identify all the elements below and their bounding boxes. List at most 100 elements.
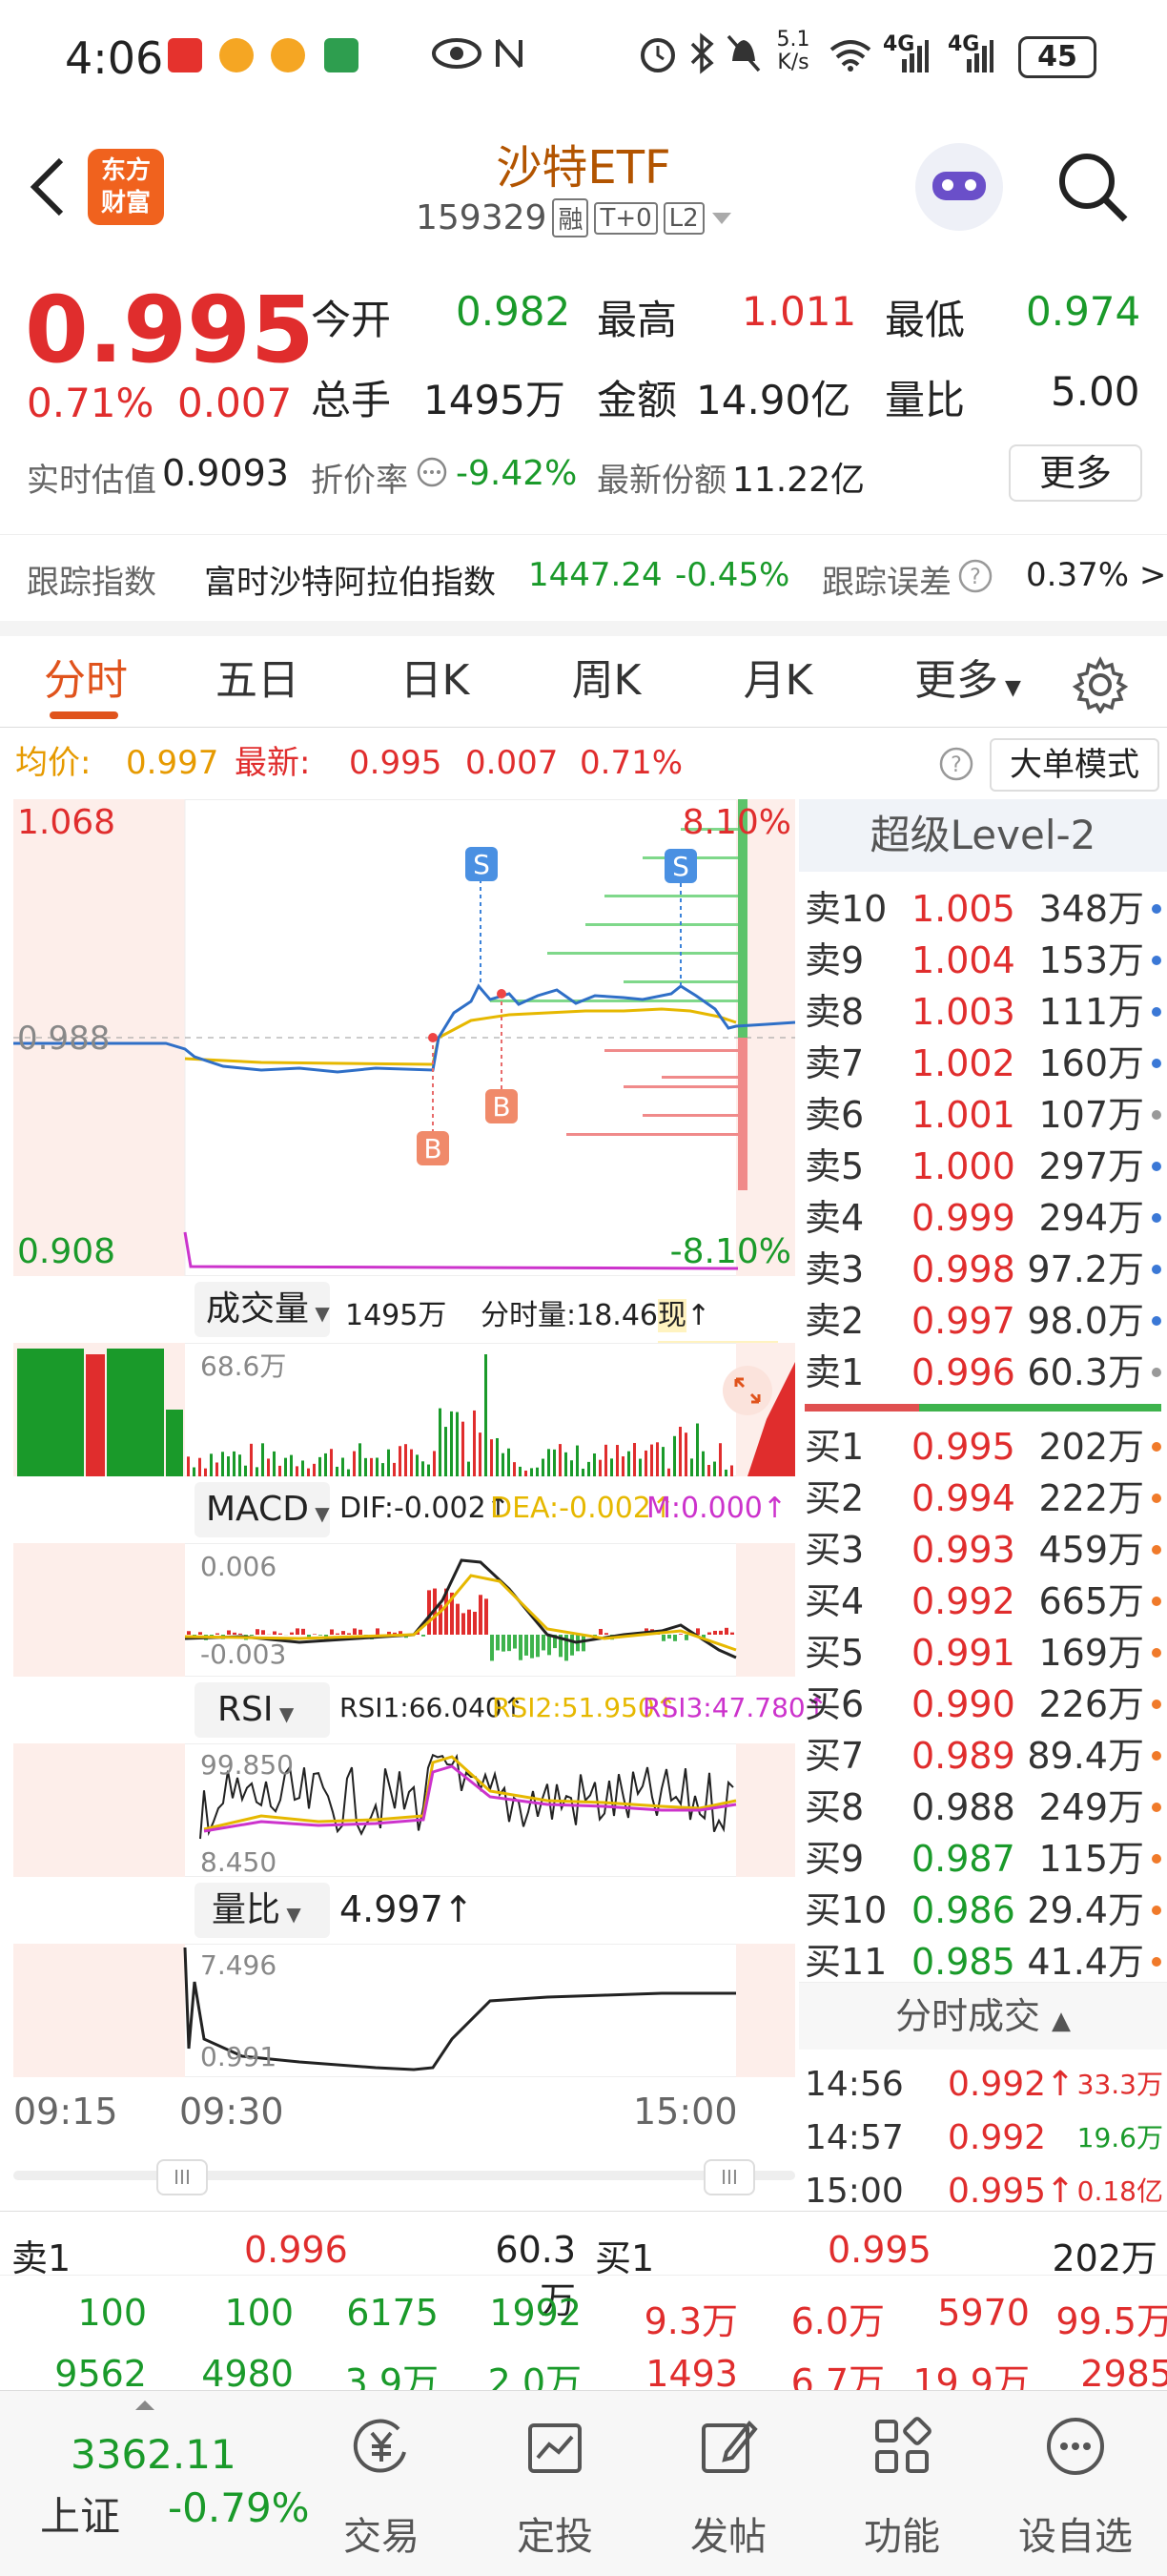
change-value: 0.007 [177, 380, 292, 426]
bid-row[interactable]: 买40.992665万 [805, 1576, 1167, 1627]
volume-bar [685, 1432, 687, 1476]
macd-bar [713, 1631, 717, 1635]
trades-title[interactable]: 分时成交 ▲ [799, 1983, 1167, 2050]
more-dots-circle-icon [1045, 2416, 1106, 2477]
macd-chart-panel[interactable]: 0.006 -0.003 [13, 1543, 795, 1677]
more-button[interactable]: 更多 [1009, 444, 1142, 502]
macd-bar [707, 1633, 711, 1635]
back-arrow-icon[interactable] [27, 156, 69, 217]
nav-trade[interactable]: 交易 [296, 2391, 467, 2576]
sell-detail-cell: 6175 [305, 2292, 439, 2334]
slider-right-handle[interactable]: III [704, 2159, 755, 2195]
bid-row[interactable]: 买110.98541.4万 [805, 1936, 1167, 1988]
index-ticker[interactable]: 3362.11 上证 -0.79% [0, 2391, 315, 2576]
nav-add-watchlist[interactable]: 设自选 [990, 2391, 1161, 2576]
nav-auto-invest[interactable]: 定投 [469, 2391, 641, 2576]
bid-row[interactable]: 买90.987115万 [805, 1833, 1167, 1885]
bid-row[interactable]: 买50.991169万 [805, 1627, 1167, 1679]
volume-bar [553, 1450, 556, 1476]
volume-panel-header: 成交量 ▼ 1495万 分时量:18.46万↑ 现量:18.46万 [13, 1276, 795, 1343]
chart-range-slider[interactable]: III III [13, 2146, 795, 2203]
nav-post[interactable]: 发帖 [643, 2391, 814, 2576]
ask-level-label: 卖4 [805, 1192, 864, 1244]
expand-chart-button[interactable] [723, 1366, 772, 1415]
volume-bar [427, 1465, 430, 1476]
ask-row[interactable]: 卖40.999294万 [805, 1192, 1167, 1244]
volume-bar [198, 1458, 201, 1476]
tab-monthly-k[interactable]: 月K [711, 635, 845, 727]
post-edit-icon [698, 2416, 759, 2477]
bid-row[interactable]: 买70.98989.4万 [805, 1730, 1167, 1782]
tracking-index-row[interactable]: 跟踪指数 富时沙特阿拉伯指数 1447.24 -0.45% 跟踪误差 ? 0.3… [0, 534, 1167, 636]
macd-bar [479, 1595, 482, 1635]
index-value: 3362.11 [71, 2431, 236, 2478]
macd-bar [227, 1630, 231, 1635]
volume-bar [238, 1454, 241, 1476]
level2-title[interactable]: 超级Level-2 [799, 799, 1167, 872]
bid-row[interactable]: 买30.993459万 [805, 1524, 1167, 1576]
ask-row[interactable]: 卖81.003111万 [805, 986, 1167, 1038]
ask-price: 1.003 [911, 986, 1015, 1038]
tab-weekly-k[interactable]: 周K [540, 635, 673, 727]
big-order-mode-button[interactable]: 大单模式 [990, 738, 1159, 792]
bid-price: 0.987 [911, 1833, 1015, 1885]
pre-market-volume-bars [17, 1349, 183, 1476]
ask-row[interactable]: 卖91.004153万 [805, 935, 1167, 986]
ask-bid-divider-red [805, 1404, 919, 1412]
robot-assistant-icon[interactable] [915, 143, 1003, 231]
volume-bar [433, 1451, 436, 1476]
macd-bar [513, 1635, 517, 1649]
rsi-scale-top: 99.850 [200, 1749, 294, 1781]
help-icon-2[interactable]: ? [938, 746, 974, 782]
volume-bar [502, 1453, 504, 1476]
l2-tag: L2 [664, 202, 705, 235]
bid-row[interactable]: 买80.988249万 [805, 1782, 1167, 1833]
bid-volume: 89.4万 [1013, 1730, 1144, 1782]
tab-more[interactable]: 更多 ▼ [896, 635, 1039, 727]
nav-functions[interactable]: 功能 [816, 2391, 988, 2576]
bid-row[interactable]: 买10.995202万 [805, 1421, 1167, 1473]
time-axis: 09:15 09:30 15:00 [13, 2077, 795, 2144]
dropdown-triangle-icon[interactable] [710, 209, 733, 228]
rsi-panel-header: RSI ▼ RSI1:66.040↑ RSI2:51.950↑ RSI3:47.… [13, 1677, 795, 1743]
ask-row[interactable]: 卖51.000297万 [805, 1141, 1167, 1192]
macd-chart-svg: 0.006 -0.003 [13, 1543, 795, 1677]
volume-indicator-selector[interactable]: 成交量 ▼ [194, 1282, 330, 1337]
help-icon[interactable]: ? [957, 558, 993, 594]
volume-chart-panel[interactable]: 68.6万 [13, 1343, 795, 1476]
bid-row[interactable]: 买20.994222万 [805, 1473, 1167, 1524]
macd-bar [278, 1634, 282, 1635]
settings-gear-icon[interactable] [1072, 656, 1129, 713]
high-label: 最高 [597, 288, 677, 346]
ask-row[interactable]: 卖71.002160万 [805, 1038, 1167, 1089]
macd-indicator-selector[interactable]: MACD ▼ [194, 1482, 330, 1537]
volume-bar [244, 1466, 247, 1476]
ratio-indicator-selector[interactable]: 量比 ▼ [194, 1883, 330, 1938]
rsi-chart-panel[interactable]: 99.850 8.450 [13, 1743, 795, 1877]
ask-row[interactable]: 卖101.005348万 [805, 883, 1167, 935]
macd-bar [456, 1604, 460, 1635]
tab-five-day[interactable]: 五日 [191, 635, 324, 727]
bid-price: 0.992 [911, 1576, 1015, 1627]
slider-left-handle[interactable]: III [156, 2159, 208, 2195]
search-icon[interactable] [1054, 149, 1131, 225]
tab-daily-k[interactable]: 日K [368, 635, 502, 727]
bid-row[interactable]: 买100.98629.4万 [805, 1885, 1167, 1936]
trade-volume: 0.18亿 [1068, 2166, 1163, 2217]
bid-row[interactable]: 买60.990226万 [805, 1679, 1167, 1730]
ratio-chart-panel[interactable]: 7.496 0.991 [13, 1944, 795, 2077]
buy-marker-1-label: B [423, 1133, 441, 1164]
volume-bar [696, 1424, 699, 1476]
info-circle-icon[interactable] [416, 456, 448, 488]
bid-level-label: 买9 [805, 1833, 864, 1885]
ask-row[interactable]: 卖10.99660.3万 [805, 1347, 1167, 1398]
ask-row[interactable]: 卖20.99798.0万 [805, 1295, 1167, 1347]
rsi-indicator-selector[interactable]: RSI ▼ [194, 1682, 330, 1738]
macd-bar [604, 1633, 608, 1635]
price-chart-panel[interactable]: S S B B 1.068 0.988 0.908 8.10% -8.10% [13, 799, 795, 1276]
macd-bar [536, 1635, 540, 1657]
ask-row[interactable]: 卖30.99897.2万 [805, 1244, 1167, 1295]
ask-row[interactable]: 卖61.001107万 [805, 1089, 1167, 1141]
macd-bar [336, 1634, 339, 1635]
bluetooth-icon [686, 32, 717, 74]
